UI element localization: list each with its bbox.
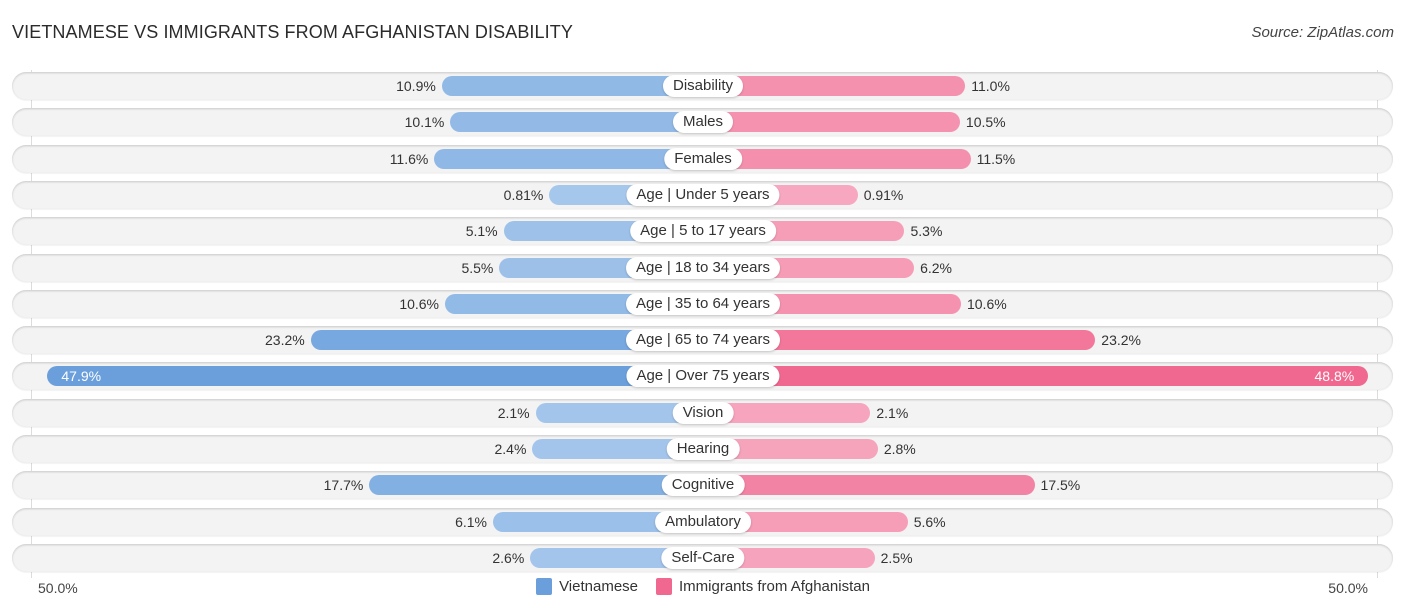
legend-item-afghanistan[interactable]: Immigrants from Afghanistan [656,578,870,595]
value-label-afghanistan: 11.5% [976,150,1016,167]
value-label-afghanistan: 5.3% [910,223,943,240]
value-label-afghanistan: 10.6% [966,295,1007,312]
value-label-afghanistan: 10.5% [965,114,1006,131]
chart-row: 10.1% 10.5% Males [12,108,1393,137]
legend: Vietnamese Immigrants from Afghanistan [0,578,1406,595]
category-label: Age | 35 to 64 years [626,292,780,315]
category-label: Disability [662,75,744,97]
bar-afghanistan[interactable] [703,366,1369,387]
value-label-afghanistan: 5.6% [913,513,946,530]
bar-vietnamese[interactable] [47,366,703,387]
value-label-vietnamese: 5.1% [465,223,498,240]
value-label-afghanistan: 0.91% [863,186,904,203]
value-label-afghanistan: 48.8% [1314,368,1355,385]
bar-afghanistan[interactable] [703,112,960,133]
chart-row: 17.7% 17.5% Cognitive [12,471,1393,500]
category-label: Age | Over 75 years [626,365,780,388]
category-label: Ambulatory [655,510,751,533]
chart-row: 6.1% 5.6% Ambulatory [12,507,1393,536]
value-label-afghanistan: 2.5% [880,549,913,566]
category-label: Hearing [666,438,740,460]
value-label-vietnamese: 2.6% [492,549,525,566]
value-label-vietnamese: 6.1% [455,513,487,530]
chart-row: 2.1% 2.1% Vision [12,398,1393,427]
chart-title: VIETNAMESE VS IMMIGRANTS FROM AFGHANISTA… [12,22,573,42]
value-label-afghanistan: 2.8% [883,441,916,457]
value-label-afghanistan: 17.5% [1040,477,1081,494]
source-label: Source: ZipAtlas.com [1251,24,1394,41]
value-label-vietnamese: 11.6% [389,150,429,167]
bar-vietnamese[interactable] [369,475,703,496]
category-label: Age | Under 5 years [626,183,780,206]
category-label: Age | 65 to 74 years [626,329,780,352]
category-label: Age | 5 to 17 years [630,220,776,243]
legend-item-vietnamese[interactable]: Vietnamese [536,578,638,595]
value-label-afghanistan: 23.2% [1101,332,1141,349]
chart-row: 5.1% 5.3% Age | 5 to 17 years [12,217,1393,246]
value-label-vietnamese: 23.2% [265,332,305,349]
bar-vietnamese[interactable] [434,148,703,169]
value-label-vietnamese: 10.6% [399,295,440,312]
chart-row: 23.2% 23.2% Age | 65 to 74 years [12,326,1393,355]
chart-row: 11.6% 11.5% Females [12,144,1393,173]
value-label-vietnamese: 2.1% [497,404,530,421]
category-label: Females [664,147,742,170]
category-label: Age | 18 to 34 years [626,256,780,279]
legend-label-afghanistan: Immigrants from Afghanistan [679,578,870,595]
bar-vietnamese[interactable] [450,112,703,133]
category-label: Males [672,111,734,134]
value-label-afghanistan: 11.0% [971,78,1010,94]
chart-row: 5.5% 6.2% Age | 18 to 34 years [12,253,1393,282]
chart-row: 10.6% 10.6% Age | 35 to 64 years [12,289,1393,318]
bar-afghanistan[interactable] [703,475,1035,496]
category-label: Vision [672,401,734,424]
category-label: Cognitive [661,474,745,497]
category-label: Self-Care [661,546,745,569]
value-label-vietnamese: 17.7% [323,477,364,494]
value-label-afghanistan: 6.2% [920,259,952,276]
value-label-vietnamese: 0.81% [503,186,544,203]
value-label-vietnamese: 5.5% [461,259,494,276]
chart-row: 2.4% 2.8% Hearing [12,435,1393,463]
value-label-afghanistan: 2.1% [876,404,909,421]
legend-swatch-vietnamese [536,578,553,595]
chart-row: 0.81% 0.91% Age | Under 5 years [12,180,1393,209]
chart-row: 10.9% 11.0% Disability [12,72,1393,100]
chart-row: 2.6% 2.5% Self-Care [12,543,1393,572]
chart-row: 47.9% 48.8% Age | Over 75 years [12,362,1393,391]
value-label-vietnamese: 2.4% [494,441,527,457]
value-label-vietnamese: 10.1% [404,114,445,131]
value-label-vietnamese: 10.9% [396,78,436,94]
legend-swatch-afghanistan [656,578,673,595]
legend-label-vietnamese: Vietnamese [559,578,639,595]
value-label-vietnamese: 47.9% [61,368,102,385]
bar-afghanistan[interactable] [703,148,971,169]
